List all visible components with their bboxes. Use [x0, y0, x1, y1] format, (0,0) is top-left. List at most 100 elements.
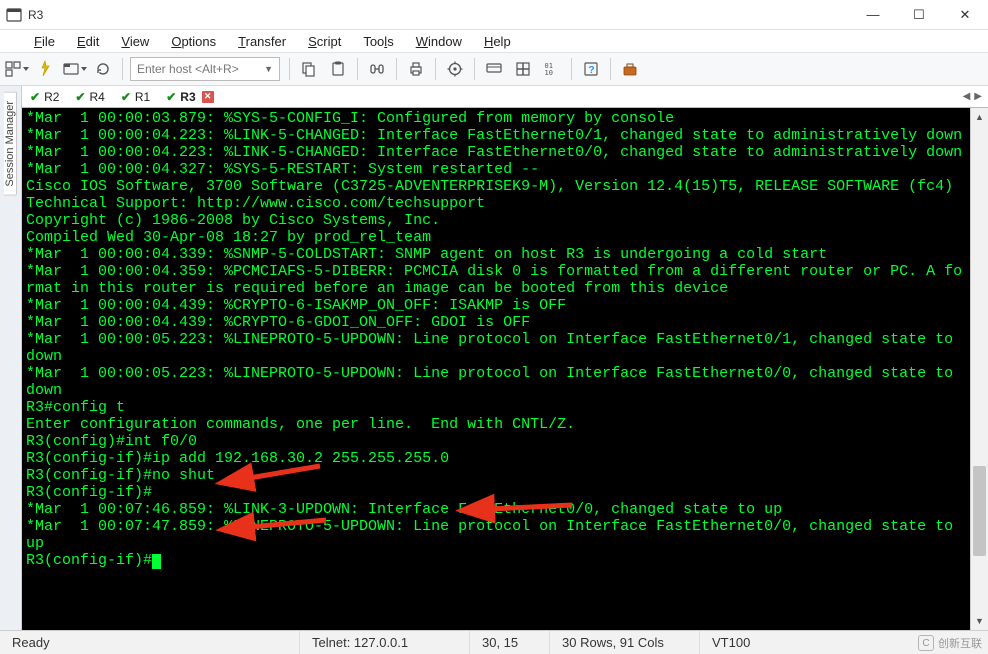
- terminal-line: *Mar 1 00:07:47.859: %LINEPROTO-5-UPDOWN…: [26, 518, 962, 552]
- title-bar: R3 — ☐ ✕: [0, 0, 988, 30]
- scroll-track[interactable]: [971, 126, 988, 612]
- properties-button[interactable]: [441, 55, 469, 83]
- terminal-line: R3(config-if)#ip add 192.168.30.2 255.25…: [26, 450, 449, 467]
- status-ready: Ready: [0, 631, 300, 654]
- terminal-line: R3(config-if)#no shut: [26, 467, 215, 484]
- menu-script[interactable]: Script: [298, 32, 351, 51]
- toolbar-separator: [610, 58, 611, 80]
- menu-window[interactable]: Window: [406, 32, 472, 51]
- check-icon: ✔: [166, 90, 176, 104]
- reconnect-button[interactable]: [89, 55, 117, 83]
- close-button[interactable]: ✕: [942, 0, 988, 30]
- find-button[interactable]: [363, 55, 391, 83]
- session-tabs-row: ✔R2 ✔R4 ✔R1 ✔R3✕ ◀ ▶: [22, 86, 988, 108]
- watermark: C 创新互联: [918, 635, 982, 651]
- terminal-line: Copyright (c) 1986-2008 by Cisco Systems…: [26, 212, 440, 229]
- session-manager-tab[interactable]: Session Manager: [4, 92, 17, 196]
- host-placeholder: Enter host <Alt+R>: [137, 62, 239, 76]
- toolbar-separator: [396, 58, 397, 80]
- menu-file[interactable]: File: [24, 32, 65, 51]
- scrollbar[interactable]: ▲ ▼: [970, 108, 988, 630]
- session-tab-r4[interactable]: ✔R4: [71, 88, 108, 106]
- menu-help[interactable]: Help: [474, 32, 521, 51]
- print-button[interactable]: [402, 55, 430, 83]
- status-cursor: 30, 15: [470, 631, 550, 654]
- tab-nav-arrows: ◀ ▶: [963, 91, 982, 102]
- terminal-cursor: [152, 554, 161, 569]
- terminal-line: Technical Support: http://www.cisco.com/…: [26, 195, 485, 212]
- terminal-line: R3(config-if)#: [26, 552, 152, 569]
- window-title: R3: [28, 8, 43, 22]
- tab-prev-icon[interactable]: ◀: [963, 91, 971, 102]
- menu-options[interactable]: Options: [161, 32, 226, 51]
- menu-tools[interactable]: Tools: [353, 32, 403, 51]
- toolbar-separator: [357, 58, 358, 80]
- terminal-output[interactable]: *Mar 1 00:00:03.879: %SYS-5-CONFIG_I: Co…: [22, 108, 970, 630]
- quick-connect-button[interactable]: [31, 55, 59, 83]
- scroll-thumb[interactable]: [973, 466, 986, 556]
- toolbar-separator: [474, 58, 475, 80]
- svg-text:10: 10: [545, 69, 553, 77]
- status-bar: Ready Telnet: 127.0.0.1 30, 15 30 Rows, …: [0, 630, 988, 654]
- host-input[interactable]: Enter host <Alt+R> ▼: [130, 57, 280, 81]
- side-panel: Session Manager: [0, 86, 22, 630]
- maximize-button[interactable]: ☐: [896, 0, 942, 30]
- terminal-line: *Mar 1 00:00:04.439: %CRYPTO-6-GDOI_ON_O…: [26, 314, 530, 331]
- status-connection: Telnet: 127.0.0.1: [300, 631, 470, 654]
- help-button[interactable]: ?: [577, 55, 605, 83]
- terminal-line: *Mar 1 00:00:05.223: %LINEPROTO-5-UPDOWN…: [26, 331, 962, 365]
- terminal-line: Cisco IOS Software, 3700 Software (C3725…: [26, 178, 953, 195]
- status-dimensions: 30 Rows, 91 Cols: [550, 631, 700, 654]
- tab-next-icon[interactable]: ▶: [974, 91, 982, 102]
- check-icon: ✔: [121, 90, 131, 104]
- watermark-logo-icon: C: [918, 635, 934, 651]
- menu-transfer[interactable]: Transfer: [228, 32, 296, 51]
- svg-text:?: ?: [589, 65, 595, 76]
- terminal-line: *Mar 1 00:07:46.859: %LINK-3-UPDOWN: Int…: [26, 501, 782, 518]
- terminal-line: R3#config t: [26, 399, 125, 416]
- command-window-button[interactable]: [480, 55, 508, 83]
- toolbar-separator: [571, 58, 572, 80]
- toolbar: Enter host <Alt+R> ▼ 0110 ?: [0, 52, 988, 86]
- chevron-down-icon: ▼: [264, 64, 273, 74]
- main-area: ✔R2 ✔R4 ✔R1 ✔R3✕ ◀ ▶ *Mar 1 00:00:03.879…: [22, 86, 988, 630]
- menu-view[interactable]: View: [111, 32, 159, 51]
- terminal-line: *Mar 1 00:00:04.359: %PCMCIAFS-5-DIBERR:…: [26, 263, 962, 297]
- terminal-line: *Mar 1 00:00:03.879: %SYS-5-CONFIG_I: Co…: [26, 110, 674, 127]
- terminal-line: *Mar 1 00:00:04.339: %SNMP-5-COLDSTART: …: [26, 246, 827, 263]
- copy-button[interactable]: [295, 55, 323, 83]
- watermark-text: 创新互联: [938, 635, 982, 651]
- minimize-button[interactable]: —: [850, 0, 896, 30]
- terminal-line: *Mar 1 00:00:04.223: %LINK-5-CHANGED: In…: [26, 144, 962, 161]
- terminal-line: *Mar 1 00:00:04.327: %SYS-5-RESTART: Sys…: [26, 161, 539, 178]
- scroll-up-button[interactable]: ▲: [971, 108, 988, 126]
- connect-in-tab-button[interactable]: [60, 55, 88, 83]
- check-icon: ✔: [30, 90, 40, 104]
- hex-view-button[interactable]: 0110: [538, 55, 566, 83]
- terminal-line: *Mar 1 00:00:04.439: %CRYPTO-6-ISAKMP_ON…: [26, 297, 566, 314]
- terminal-line: R3(config)#int f0/0: [26, 433, 197, 450]
- app-icon: [6, 7, 22, 23]
- window-controls: — ☐ ✕: [850, 0, 988, 30]
- terminal-line: *Mar 1 00:00:04.223: %LINK-5-CHANGED: In…: [26, 127, 962, 144]
- session-tab-r1[interactable]: ✔R1: [117, 88, 154, 106]
- status-emulation: VT100: [700, 631, 800, 654]
- toolbar-separator: [122, 58, 123, 80]
- terminal-line: Compiled Wed 30-Apr-08 18:27 by prod_rel…: [26, 229, 431, 246]
- terminal-icon: [6, 7, 22, 23]
- scroll-down-button[interactable]: ▼: [971, 612, 988, 630]
- terminal-line: Enter configuration commands, one per li…: [26, 416, 575, 433]
- session-manager-button[interactable]: [2, 55, 30, 83]
- close-tab-icon[interactable]: ✕: [202, 91, 214, 103]
- terminal-line: R3(config-if)#: [26, 484, 152, 501]
- tile-button[interactable]: [509, 55, 537, 83]
- toolbar-separator: [289, 58, 290, 80]
- toolbox-button[interactable]: [616, 55, 644, 83]
- session-tab-r3[interactable]: ✔R3✕: [162, 88, 217, 106]
- terminal-line: *Mar 1 00:00:05.223: %LINEPROTO-5-UPDOWN…: [26, 365, 962, 399]
- check-icon: ✔: [75, 90, 85, 104]
- paste-button[interactable]: [324, 55, 352, 83]
- menu-bar: File Edit View Options Transfer Script T…: [0, 30, 988, 52]
- menu-edit[interactable]: Edit: [67, 32, 109, 51]
- session-tab-r2[interactable]: ✔R2: [26, 88, 63, 106]
